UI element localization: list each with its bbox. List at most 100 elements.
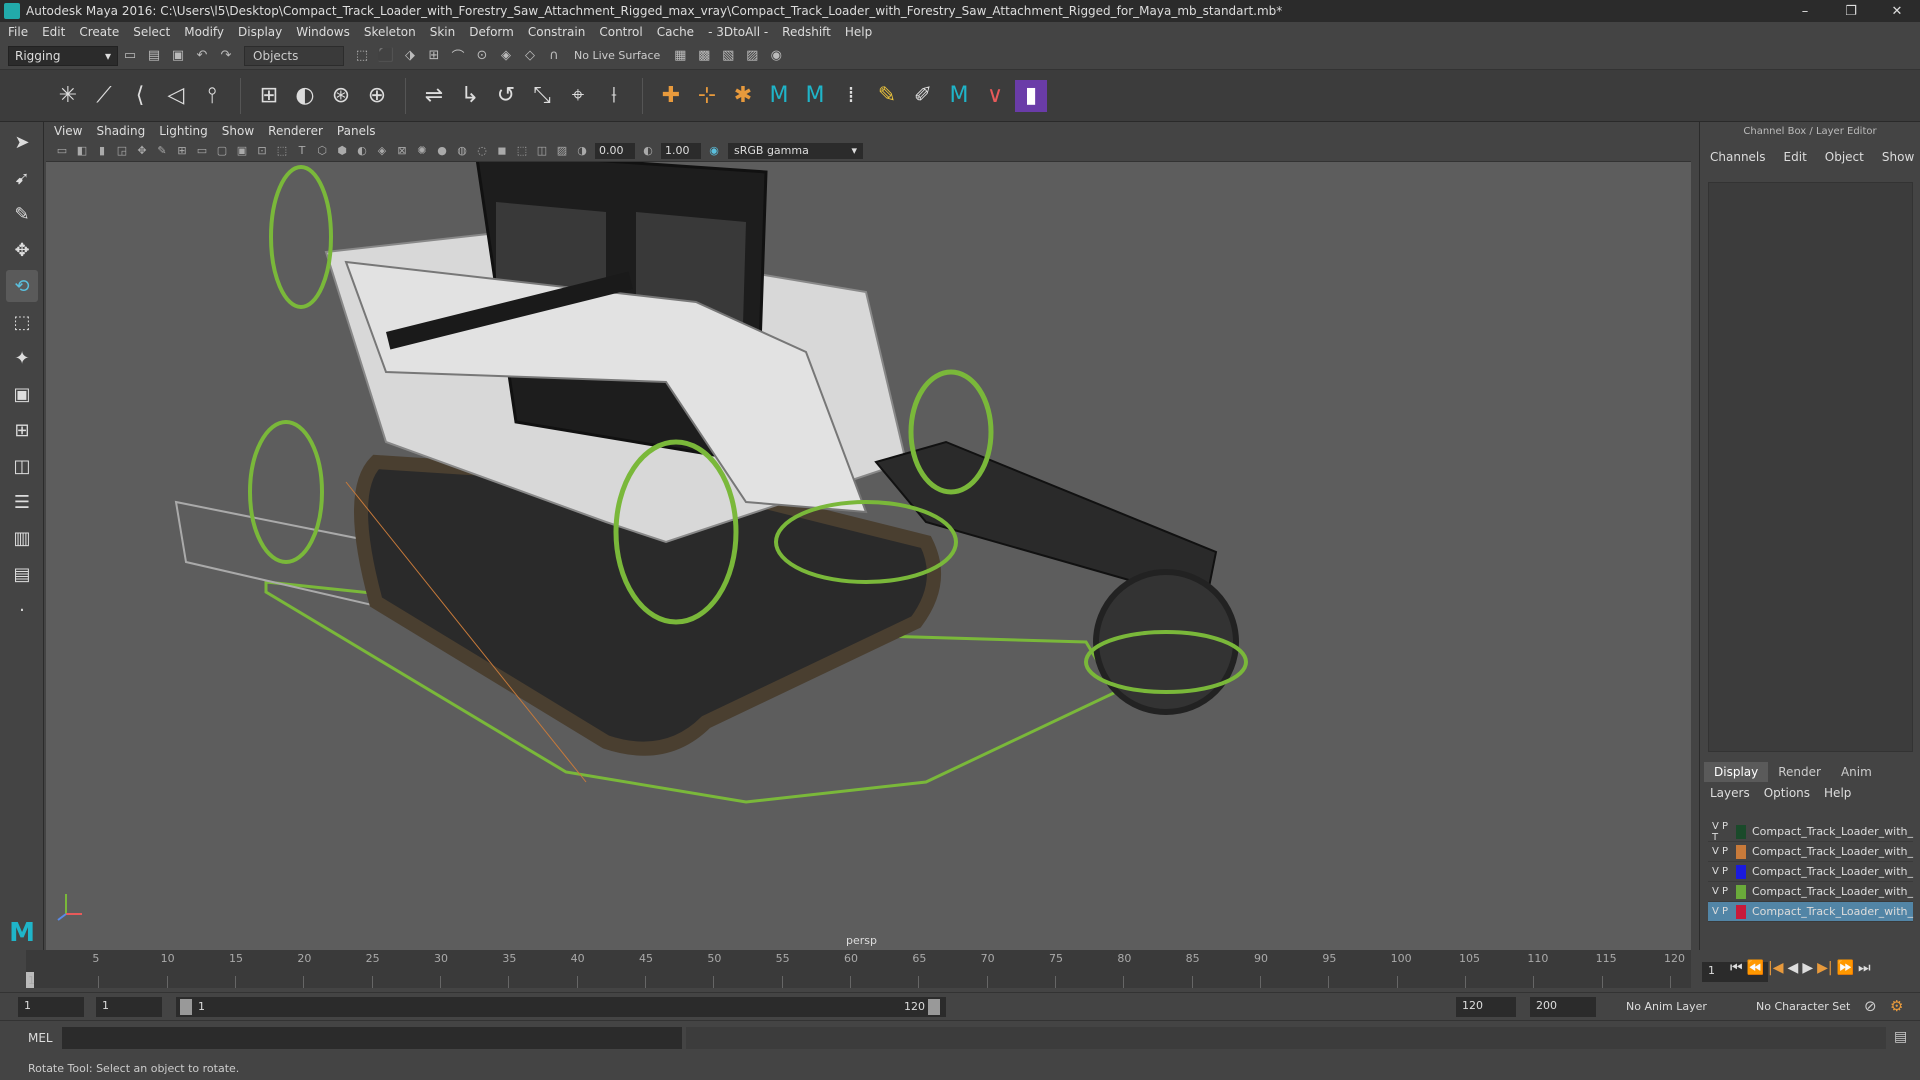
anti-alias-icon[interactable]: ◼ (493, 142, 511, 160)
select-component-icon[interactable]: ⬗ (400, 46, 420, 66)
selection-set-icon[interactable]: ⁞ (835, 80, 867, 112)
layout-more-icon[interactable]: · (6, 594, 38, 626)
image-plane-icon[interactable]: ◲ (113, 142, 131, 160)
open-scene-icon[interactable]: ▤ (144, 46, 164, 66)
step-back-key-icon[interactable]: ⏪ (1747, 960, 1764, 976)
gate-mask-icon[interactable]: ▣ (233, 142, 251, 160)
vp-menu-shading[interactable]: Shading (96, 124, 145, 138)
layer-menu-help[interactable]: Help (1824, 786, 1851, 800)
live-surface-label[interactable]: No Live Surface (574, 49, 660, 62)
layer-row[interactable]: V P Compact_Track_Loader_with_ (1708, 842, 1913, 862)
layout-side-icon[interactable]: ◫ (6, 450, 38, 482)
ik-handle-icon[interactable]: ⫯ (196, 80, 228, 112)
render-settings-icon[interactable]: ▨ (742, 46, 762, 66)
menu-display[interactable]: Display (238, 25, 282, 39)
close-button[interactable]: ✕ (1874, 4, 1920, 19)
last-tool-icon[interactable]: ✦ (6, 342, 38, 374)
script-editor-icon[interactable]: ▤ (1894, 1029, 1907, 1045)
menu-windows[interactable]: Windows (296, 25, 350, 39)
select-hierarchy-icon[interactable]: ⬚ (352, 46, 372, 66)
point-constraint-icon[interactable]: ↳ (454, 80, 486, 112)
render-frame-icon[interactable]: ▩ (694, 46, 714, 66)
film-gate-icon[interactable]: ▭ (193, 142, 211, 160)
wireframe-icon[interactable]: ⬡ (313, 142, 331, 160)
tab-render[interactable]: Render (1768, 762, 1831, 782)
layer-flags[interactable]: V P (1708, 886, 1736, 897)
move-tool-icon[interactable]: ✥ (6, 234, 38, 266)
menu-edit[interactable]: Edit (42, 25, 65, 39)
maximize-button[interactable]: ❐ (1828, 4, 1874, 19)
graph-editor-icon[interactable]: ▮ (1015, 79, 1047, 112)
orient-joint-icon[interactable]: ◁ (160, 80, 192, 112)
snap-grid-icon[interactable]: ⊞ (424, 46, 444, 66)
layer-color-swatch[interactable] (1736, 864, 1746, 879)
camera-attr-icon[interactable]: ◧ (73, 142, 91, 160)
safe-action-icon[interactable]: ⬚ (273, 142, 291, 160)
layer-menu-options[interactable]: Options (1764, 786, 1810, 800)
depth-of-field-icon[interactable]: ◫ (533, 142, 551, 160)
layer-color-swatch[interactable] (1736, 824, 1746, 839)
vp-menu-renderer[interactable]: Renderer (268, 124, 323, 138)
save-scene-icon[interactable]: ▣ (168, 46, 188, 66)
select-tool-icon[interactable]: ➤ (6, 126, 38, 158)
aim-constraint-icon[interactable]: ⌖ (562, 80, 594, 112)
ipr-render-icon[interactable]: ▧ (718, 46, 738, 66)
step-back-frame-icon[interactable]: |◀ (1768, 960, 1783, 976)
cb-menu-show[interactable]: Show (1882, 150, 1914, 164)
anim-prefs-icon[interactable]: ⚙ (1890, 997, 1903, 1015)
range-end-handle[interactable] (928, 999, 940, 1015)
layer-flags[interactable]: V P T (1708, 821, 1736, 843)
field-chart-icon[interactable]: ⊡ (253, 142, 271, 160)
pole-vector-icon[interactable]: ⟊ (598, 80, 630, 112)
render-view-icon[interactable]: ▦ (670, 46, 690, 66)
rotate-tool-icon[interactable]: ⟲ (6, 270, 38, 302)
layer-color-swatch[interactable] (1736, 884, 1746, 899)
layer-row-selected[interactable]: V P Compact_Track_Loader_with_ (1708, 902, 1913, 922)
grease-pencil-icon[interactable]: ✎ (153, 142, 171, 160)
menu-control[interactable]: Control (599, 25, 642, 39)
safe-title-icon[interactable]: T (293, 142, 311, 160)
channel-list[interactable] (1708, 182, 1913, 752)
grid-toggle-icon[interactable]: ⊞ (173, 142, 191, 160)
go-to-end-icon[interactable]: ⏭ (1858, 960, 1871, 976)
scale-tool-icon[interactable]: ⬚ (6, 306, 38, 338)
vp-menu-lighting[interactable]: Lighting (159, 124, 208, 138)
joint-tool-icon[interactable]: ✳ (52, 80, 84, 112)
menu-deform[interactable]: Deform (469, 25, 514, 39)
menu-select[interactable]: Select (133, 25, 170, 39)
paint-weights-icon[interactable]: ◐ (289, 80, 321, 112)
range-slider[interactable]: 1 120 (176, 997, 946, 1017)
menu-skin[interactable]: Skin (430, 25, 456, 39)
time-slider-track[interactable]: 5 10 15 20 25 30 35 40 45 50 55 60 65 70 75 80 85 90 95 100… (26, 950, 1691, 988)
parent-constraint-icon[interactable]: ⇌ (418, 80, 450, 112)
ambient-occlusion-icon[interactable]: ◍ (453, 142, 471, 160)
gamma-icon[interactable]: ◐ (639, 142, 657, 160)
set-key-icon[interactable]: ✱ (727, 80, 759, 112)
locator-icon[interactable]: ✚ (655, 80, 687, 112)
shadows-icon[interactable]: ● (433, 142, 451, 160)
3d-scene[interactable]: persp (46, 162, 1691, 950)
view-transform-dropdown[interactable]: sRGB gamma ▾ (728, 142, 863, 159)
cb-menu-object[interactable]: Object (1825, 150, 1864, 164)
vp-menu-panels[interactable]: Panels (337, 124, 376, 138)
hypershade-icon[interactable]: ◉ (766, 46, 786, 66)
layout-three-icon[interactable]: ▥ (6, 522, 38, 554)
menu-constrain[interactable]: Constrain (528, 25, 586, 39)
menu-help[interactable]: Help (845, 25, 872, 39)
undo-icon[interactable]: ↶ (192, 46, 212, 66)
select-object-icon[interactable]: ⬛ (376, 46, 396, 66)
paint-select-icon[interactable]: ✎ (6, 198, 38, 230)
layer-menu-layers[interactable]: Layers (1710, 786, 1750, 800)
layer-color-swatch[interactable] (1736, 904, 1746, 919)
range-start-handle[interactable] (180, 999, 192, 1015)
control-curve-icon[interactable]: ⊹ (691, 80, 723, 112)
hud-icon[interactable]: ▨ (553, 142, 571, 160)
playback-end-field[interactable]: 120 (1456, 997, 1516, 1017)
layout-outliner-icon[interactable]: ▤ (6, 558, 38, 590)
layer-row[interactable]: V P Compact_Track_Loader_with_ (1708, 862, 1913, 882)
lasso-tool-icon[interactable]: ➹ (6, 162, 38, 194)
layer-flags[interactable]: V P (1708, 846, 1736, 857)
selection-mask-dropdown[interactable]: Objects (244, 45, 344, 66)
menu-modify[interactable]: Modify (184, 25, 224, 39)
tab-display[interactable]: Display (1704, 762, 1769, 782)
